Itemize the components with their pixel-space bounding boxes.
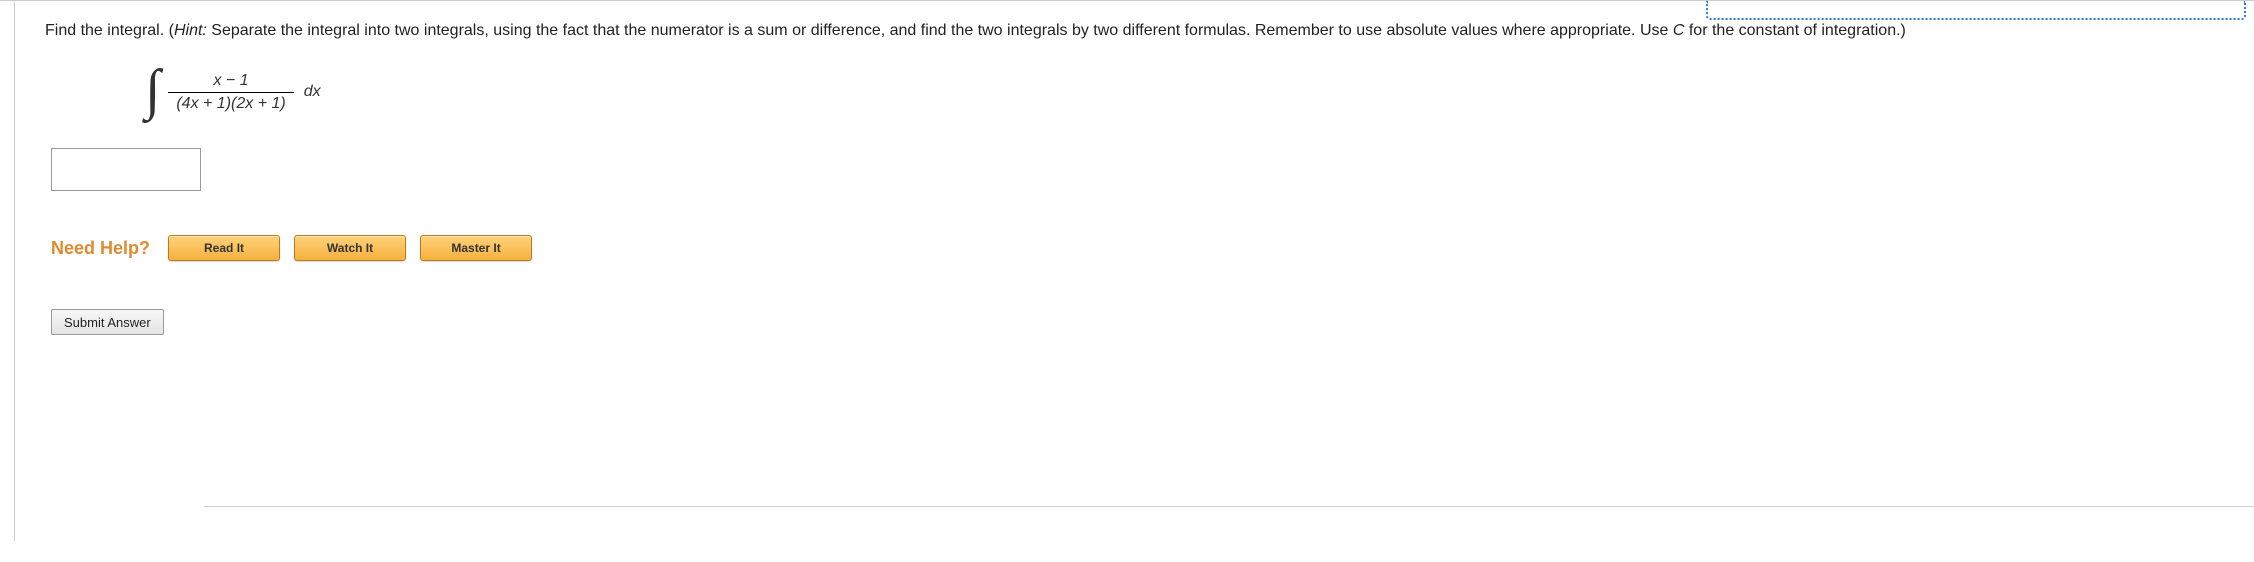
prompt-text-before: Find the integral. (	[45, 22, 174, 39]
page-root: Find the integral. (Hint: Separate the i…	[0, 0, 2254, 562]
question-prompt: Find the integral. (Hint: Separate the i…	[45, 19, 2230, 42]
hint-label: Hint:	[174, 22, 207, 39]
need-help-row: Need Help? Read It Watch It Master It	[51, 235, 2230, 261]
integral-fraction: x − 1 (4x + 1)(2x + 1)	[168, 72, 293, 113]
need-help-label: Need Help?	[51, 238, 150, 259]
hint-text: Separate the integral into two integrals…	[207, 22, 1673, 39]
prompt-text-after: for the constant of integration.)	[1684, 22, 1905, 39]
dx-term: dx	[304, 83, 321, 101]
master-it-button[interactable]: Master It	[420, 235, 532, 261]
answer-input[interactable]	[51, 148, 201, 191]
constant-c: C	[1673, 22, 1685, 39]
divider-line	[204, 506, 2254, 507]
submit-answer-button[interactable]: Submit Answer	[51, 309, 164, 335]
fraction-denominator: (4x + 1)(2x + 1)	[168, 92, 293, 113]
question-content: Find the integral. (Hint: Separate the i…	[14, 1, 2254, 541]
read-it-button[interactable]: Read It	[168, 235, 280, 261]
integral-expression: ∫ x − 1 (4x + 1)(2x + 1) dx	[145, 60, 2230, 124]
watch-it-button[interactable]: Watch It	[294, 235, 406, 261]
integral-sign: ∫	[145, 62, 160, 118]
fraction-numerator: x − 1	[205, 72, 256, 92]
